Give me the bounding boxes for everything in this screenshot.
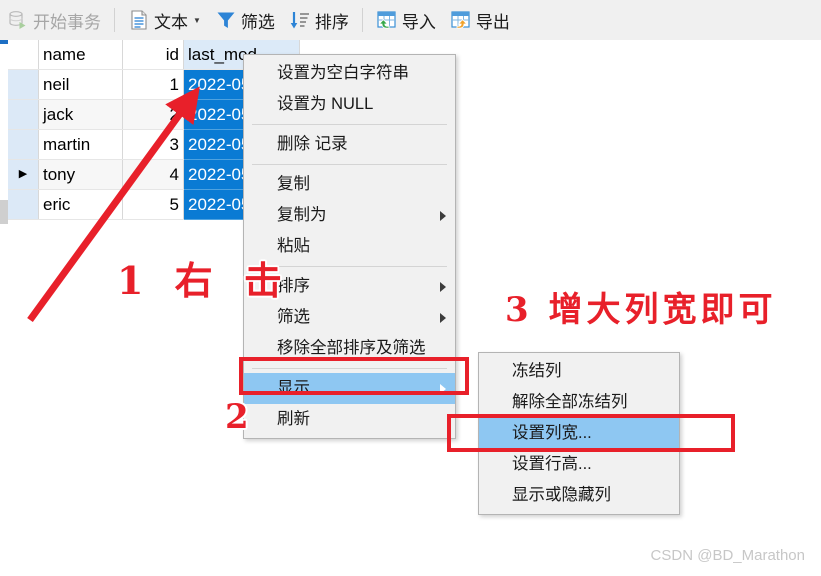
- menu-separator: [252, 164, 447, 165]
- submenu-arrow-icon: [440, 210, 446, 221]
- row-marker: [8, 69, 39, 100]
- menu-item-label: 排序: [277, 277, 310, 295]
- funnel-filter-icon: [215, 9, 237, 31]
- cell-id[interactable]: 5: [122, 189, 184, 220]
- menu-item-copy-as[interactable]: 复制为: [244, 200, 455, 231]
- menu-item-refresh[interactable]: 刷新: [244, 404, 455, 435]
- cell-name[interactable]: neil: [38, 69, 123, 100]
- menu-separator: [252, 368, 447, 369]
- watermark: CSDN @BD_Marathon: [650, 547, 805, 564]
- grid-scroll-thumb[interactable]: [0, 200, 8, 224]
- toolbar-label: 导入: [401, 12, 436, 32]
- menu-item-remove-all-sort-filter[interactable]: 移除全部排序及筛选: [244, 333, 455, 364]
- menu-item-copy[interactable]: 复制: [244, 169, 455, 200]
- submenu-item-set-column-width[interactable]: 设置列宽...: [479, 418, 679, 449]
- grid-import-icon: [376, 9, 398, 31]
- context-menu[interactable]: 设置为空白字符串 设置为 NULL 删除 记录 复制 复制为 粘贴 排序 筛选 …: [243, 54, 456, 439]
- menu-item-label: 粘贴: [277, 237, 310, 255]
- menu-item-label: 复制为: [277, 206, 327, 224]
- cell-name[interactable]: martin: [38, 129, 123, 160]
- menu-item-label: 显示或隐藏列: [512, 486, 611, 504]
- menu-item-label: 解除全部冻结列: [512, 393, 628, 411]
- menu-item-label: 筛选: [277, 308, 310, 326]
- cell-id[interactable]: 4: [122, 159, 184, 190]
- chevron-down-icon[interactable]: ▼: [193, 16, 201, 25]
- toolbar-separator-1: [114, 8, 115, 32]
- database-play-icon: [7, 9, 29, 31]
- cell-id[interactable]: 2: [122, 99, 184, 130]
- menu-item-label: 刷新: [277, 410, 310, 428]
- submenu-arrow-icon: [440, 312, 446, 323]
- row-marker: [8, 99, 39, 130]
- submenu-arrow-icon: [440, 281, 446, 292]
- menu-item-set-null[interactable]: 设置为 NULL: [244, 89, 455, 120]
- menu-item-label: 冻结列: [512, 362, 562, 380]
- toolbar-button-sort[interactable]: 排序: [282, 3, 356, 37]
- display-submenu[interactable]: 冻结列 解除全部冻结列 设置列宽... 设置行高... 显示或隐藏列: [478, 352, 680, 515]
- menu-item-sort[interactable]: 排序: [244, 271, 455, 302]
- menu-separator: [252, 124, 447, 125]
- text-document-icon: [128, 9, 150, 31]
- cell-name[interactable]: tony: [38, 159, 123, 190]
- submenu-arrow-icon: [440, 383, 446, 394]
- row-marker: [8, 129, 39, 160]
- column-header-name[interactable]: name: [38, 40, 123, 70]
- grid-left-gutter: [0, 40, 8, 224]
- toolbar: 开始事务 文本 ▼ 筛选 排序 导入 导出: [0, 0, 821, 41]
- grid-selection-marker: [0, 40, 8, 44]
- row-marker-header: [8, 40, 39, 70]
- toolbar-button-import[interactable]: 导入: [369, 3, 443, 37]
- sort-descending-icon: [289, 9, 311, 31]
- cell-name[interactable]: jack: [38, 99, 123, 130]
- menu-item-label: 设置行高...: [512, 455, 592, 473]
- cell-id[interactable]: 1: [122, 69, 184, 100]
- menu-item-label: 设置为空白字符串: [277, 64, 409, 82]
- toolbar-label: 筛选: [240, 12, 275, 32]
- toolbar-button-filter[interactable]: 筛选: [208, 3, 282, 37]
- grid-export-icon: [450, 9, 472, 31]
- menu-item-label: 删除 记录: [277, 135, 348, 153]
- toolbar-button-text[interactable]: 文本 ▼: [121, 3, 208, 37]
- toolbar-separator-2: [361, 8, 363, 32]
- cell-id[interactable]: 3: [122, 129, 184, 160]
- toolbar-label: 开始事务: [33, 12, 101, 32]
- menu-item-filter[interactable]: 筛选: [244, 302, 455, 333]
- toolbar-button-export[interactable]: 导出: [443, 3, 517, 37]
- menu-item-set-empty-string[interactable]: 设置为空白字符串: [244, 58, 455, 89]
- toolbar-button-begin-transaction[interactable]: 开始事务: [0, 3, 108, 37]
- menu-item-delete-record[interactable]: 删除 记录: [244, 129, 455, 160]
- column-header-id[interactable]: id: [122, 40, 184, 70]
- menu-separator: [252, 266, 447, 267]
- menu-item-label: 显示: [277, 379, 310, 397]
- toolbar-label: 导出: [475, 12, 510, 32]
- menu-item-label: 移除全部排序及筛选: [277, 339, 426, 357]
- submenu-item-freeze-column[interactable]: 冻结列: [479, 356, 679, 387]
- cell-name[interactable]: eric: [38, 189, 123, 220]
- menu-item-display[interactable]: 显示: [244, 373, 455, 404]
- toolbar-label: 排序: [314, 12, 349, 32]
- menu-item-label: 设置列宽...: [512, 424, 592, 442]
- menu-item-label: 设置为 NULL: [277, 95, 374, 113]
- row-marker-current: ▶: [8, 159, 39, 190]
- menu-item-paste[interactable]: 粘贴: [244, 231, 455, 262]
- toolbar-label: 文本: [154, 12, 188, 32]
- row-marker: [8, 189, 39, 220]
- submenu-item-unfreeze-all-columns[interactable]: 解除全部冻结列: [479, 387, 679, 418]
- menu-item-label: 复制: [277, 175, 310, 193]
- submenu-item-show-hide-columns[interactable]: 显示或隐藏列: [479, 480, 679, 511]
- submenu-item-set-row-height[interactable]: 设置行高...: [479, 449, 679, 480]
